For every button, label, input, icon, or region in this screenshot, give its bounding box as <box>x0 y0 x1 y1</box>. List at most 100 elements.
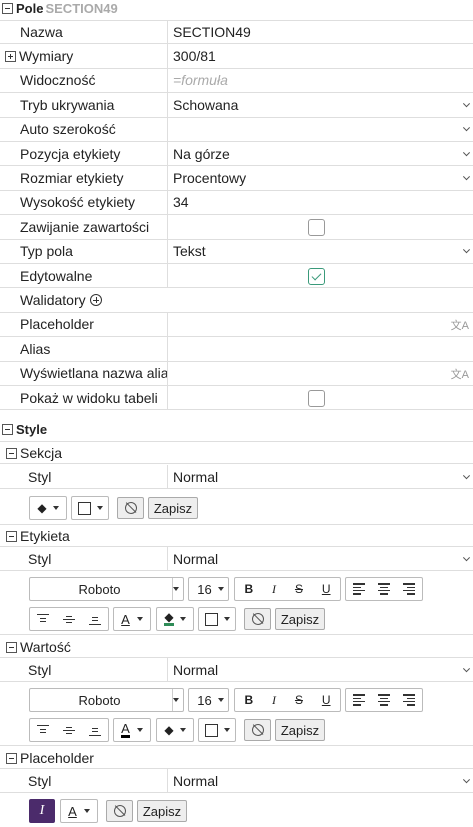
italic-button[interactable]: I <box>272 582 276 597</box>
checkbox[interactable] <box>308 219 325 237</box>
collapse-icon[interactable] <box>6 752 17 764</box>
property-value[interactable]: 34 <box>168 191 473 214</box>
separator <box>0 634 473 635</box>
property-label: Zawijanie zawartości <box>0 215 168 239</box>
save-button[interactable]: Zapisz <box>137 800 187 822</box>
property-row: Wysokość etykiety 34 <box>0 190 473 216</box>
property-row: Alias <box>0 337 473 362</box>
wartosc-header[interactable]: Wartość <box>0 636 473 658</box>
property-value[interactable] <box>168 337 473 360</box>
no-style-icon <box>251 724 264 736</box>
field-section-header[interactable]: Pole SECTION49 <box>2 0 118 16</box>
style-select[interactable]: Normal <box>168 465 473 488</box>
property-label-text: Auto szerokość <box>20 121 116 138</box>
border-color-button[interactable] <box>198 718 236 742</box>
valign-top-icon <box>37 724 49 736</box>
vertical-align-group <box>29 718 109 742</box>
dropdown-arrow-icon <box>218 587 224 591</box>
underline-button[interactable]: U <box>322 693 331 707</box>
property-label: Pozycja etykiety <box>0 142 168 166</box>
property-value[interactable] <box>168 215 473 238</box>
style-section-header[interactable]: Style <box>2 421 47 437</box>
property-label-text: Widoczność <box>20 72 96 89</box>
property-label: Rozmiar etykiety <box>0 166 168 190</box>
fill-color-button[interactable]: ◆ <box>156 607 194 631</box>
property-label-text: Rozmiar etykiety <box>20 170 124 187</box>
italic-button[interactable]: I <box>272 693 276 708</box>
style-value: Normal <box>173 468 219 485</box>
style-label: Styl <box>0 769 168 792</box>
property-value[interactable]: Schowana <box>168 93 473 116</box>
style-select[interactable]: Normal <box>168 658 473 681</box>
font-size-select[interactable]: 16 <box>188 688 229 712</box>
chevron-down-icon <box>462 664 471 672</box>
sekcja-style-row: Styl Normal <box>0 465 473 489</box>
underline-button[interactable]: U <box>322 582 331 596</box>
property-value[interactable] <box>168 386 473 409</box>
property-value-text: 300/81 <box>173 48 216 65</box>
bold-button[interactable]: B <box>244 693 253 707</box>
property-value[interactable]: Tekst <box>168 240 473 263</box>
clear-style-button[interactable] <box>244 608 271 630</box>
checkbox[interactable] <box>308 268 325 285</box>
property-value[interactable]: 300/81 <box>168 44 473 67</box>
save-button[interactable]: Zapisz <box>148 497 198 519</box>
font-size-select[interactable]: 16 <box>188 577 229 601</box>
style-label: Styl <box>0 658 168 681</box>
text-color-button[interactable]: A <box>113 607 151 631</box>
strikethrough-button[interactable]: S <box>295 693 303 707</box>
style-select[interactable]: Normal <box>168 547 473 570</box>
collapse-icon[interactable] <box>2 424 13 435</box>
placeholder-style-header[interactable]: Placeholder <box>0 747 473 769</box>
text-color-button[interactable]: A <box>113 718 151 742</box>
save-button[interactable]: Zapisz <box>275 719 325 741</box>
property-value[interactable]: =formuła <box>168 69 473 92</box>
valign-middle-icon <box>63 614 75 625</box>
property-label-text: Alias <box>20 340 51 357</box>
chevron-down-icon <box>462 124 471 132</box>
translate-icon[interactable]: 文A <box>451 366 469 382</box>
clear-style-button[interactable] <box>106 800 133 822</box>
collapse-icon[interactable] <box>6 447 17 459</box>
expand-icon[interactable] <box>5 51 16 63</box>
property-value[interactable] <box>168 264 473 287</box>
font-family-select[interactable]: Roboto <box>29 688 184 712</box>
property-value[interactable]: Na górze <box>168 142 473 165</box>
align-right-icon <box>403 694 416 706</box>
collapse-icon[interactable] <box>2 3 13 14</box>
chevron-down-icon <box>462 100 471 108</box>
text-color-icon: A <box>121 720 130 738</box>
fill-color-button[interactable]: ◆ <box>156 718 194 742</box>
clear-style-button[interactable] <box>244 719 271 741</box>
dropdown-arrow-icon <box>223 728 230 732</box>
sekcja-header[interactable]: Sekcja <box>0 442 473 464</box>
italic-toggle-button[interactable]: I <box>29 799 55 823</box>
strikethrough-button[interactable]: S <box>295 582 303 596</box>
property-label-text: Edytowalne <box>20 267 93 284</box>
border-color-button[interactable] <box>71 496 109 520</box>
collapse-icon[interactable] <box>6 641 17 653</box>
property-value-text: =formuła <box>173 72 228 89</box>
font-family-select[interactable]: Roboto <box>29 577 184 601</box>
translate-icon[interactable]: 文A <box>451 317 469 333</box>
border-color-button[interactable] <box>198 607 236 631</box>
property-value[interactable]: SECTION49 <box>168 21 473 43</box>
clear-style-button[interactable] <box>117 497 144 519</box>
property-value[interactable]: 文A <box>168 362 473 385</box>
text-color-button[interactable]: A <box>60 799 98 823</box>
etykieta-header[interactable]: Etykieta <box>0 525 473 547</box>
save-button[interactable]: Zapisz <box>275 608 325 630</box>
align-group <box>345 688 423 712</box>
property-label: Wysokość etykiety <box>0 190 168 215</box>
collapse-icon[interactable] <box>6 530 17 542</box>
fill-color-button[interactable]: ◆ <box>29 496 67 520</box>
property-value[interactable] <box>168 118 473 141</box>
checkbox[interactable] <box>308 390 325 407</box>
property-value[interactable]: Procentowy <box>168 166 473 189</box>
bold-button[interactable]: B <box>244 582 253 596</box>
add-circle-icon[interactable] <box>89 294 102 307</box>
style-select[interactable]: Normal <box>168 769 473 792</box>
property-value-text: SECTION49 <box>173 24 251 41</box>
property-label-text: Zawijanie zawartości <box>20 218 150 235</box>
property-value[interactable]: 文A <box>168 313 473 336</box>
